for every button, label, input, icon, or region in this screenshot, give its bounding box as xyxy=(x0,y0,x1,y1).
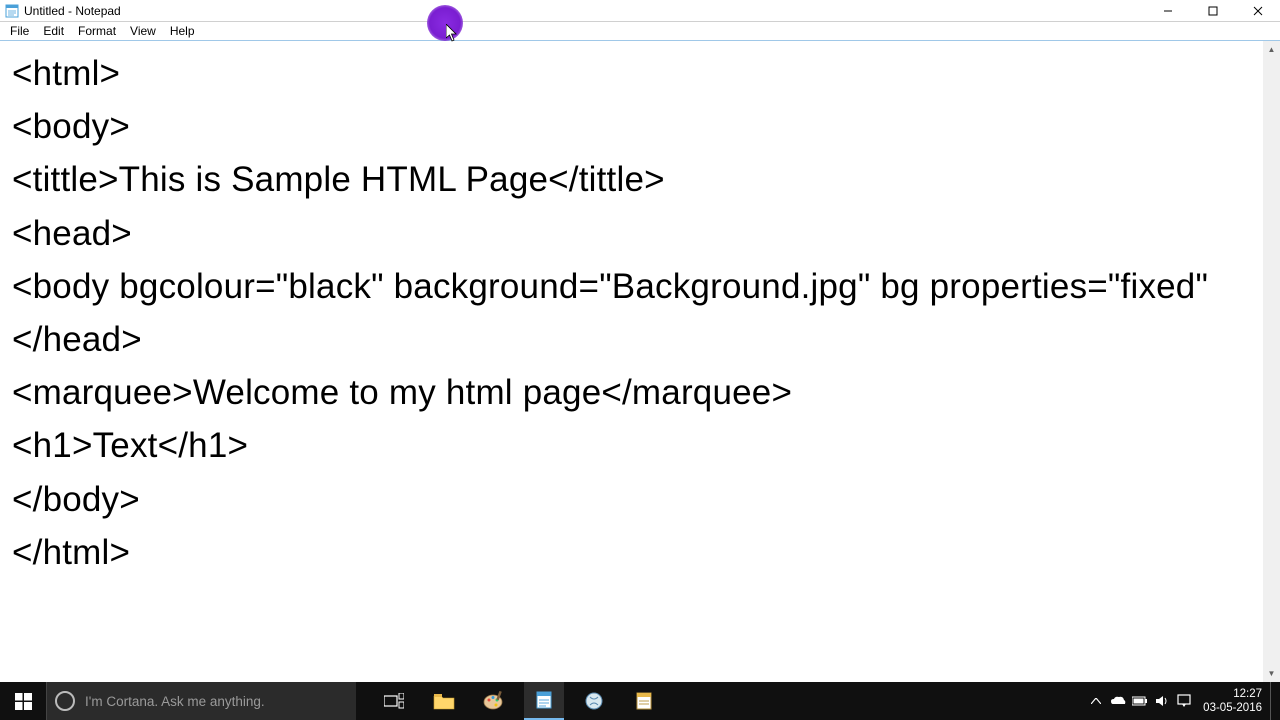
cortana-icon xyxy=(55,691,75,711)
menu-help[interactable]: Help xyxy=(163,22,202,40)
text-editor[interactable]: <html> <body> <tittle>This is Sample HTM… xyxy=(0,41,1263,682)
menu-format[interactable]: Format xyxy=(71,22,123,40)
editor-area: <html> <body> <tittle>This is Sample HTM… xyxy=(0,41,1280,682)
clock-date: 03-05-2016 xyxy=(1203,701,1262,715)
file-explorer-icon[interactable] xyxy=(424,682,464,720)
window-controls xyxy=(1145,0,1280,22)
tray-onedrive-icon[interactable] xyxy=(1107,682,1129,720)
menubar: File Edit Format View Help xyxy=(0,22,1280,41)
cortana-placeholder: I'm Cortana. Ask me anything. xyxy=(85,694,265,709)
taskbar-apps xyxy=(374,682,664,720)
vertical-scrollbar[interactable]: ▲ ▼ xyxy=(1263,41,1280,682)
titlebar: Untitled - Notepad xyxy=(0,0,1280,22)
minimize-button[interactable] xyxy=(1145,0,1190,22)
close-button[interactable] xyxy=(1235,0,1280,22)
tray-chevron-icon[interactable] xyxy=(1085,682,1107,720)
notepad-plus-icon[interactable] xyxy=(624,682,664,720)
scroll-up-icon[interactable]: ▲ xyxy=(1263,41,1280,58)
menu-edit[interactable]: Edit xyxy=(36,22,71,40)
start-button[interactable] xyxy=(0,682,46,720)
show-desktop-button[interactable] xyxy=(1270,682,1276,720)
cortana-search[interactable]: I'm Cortana. Ask me anything. xyxy=(46,682,356,720)
window-title: Untitled - Notepad xyxy=(24,4,121,18)
notepad-icon xyxy=(4,3,20,19)
maximize-button[interactable] xyxy=(1190,0,1235,22)
tray-battery-icon[interactable] xyxy=(1129,682,1151,720)
clock-time: 12:27 xyxy=(1203,687,1262,701)
scroll-down-icon[interactable]: ▼ xyxy=(1263,665,1280,682)
paint-icon[interactable] xyxy=(474,682,514,720)
notepad-taskbar-icon[interactable] xyxy=(524,682,564,720)
menu-view[interactable]: View xyxy=(123,22,163,40)
taskbar: I'm Cortana. Ask me anything. xyxy=(0,682,1280,720)
tray-action-center-icon[interactable] xyxy=(1173,682,1195,720)
app-icon-misc[interactable] xyxy=(574,682,614,720)
system-tray: 12:27 03-05-2016 xyxy=(1085,682,1280,720)
tray-volume-icon[interactable] xyxy=(1151,682,1173,720)
taskbar-clock[interactable]: 12:27 03-05-2016 xyxy=(1195,687,1270,716)
task-view-button[interactable] xyxy=(374,682,414,720)
menu-file[interactable]: File xyxy=(3,22,36,40)
